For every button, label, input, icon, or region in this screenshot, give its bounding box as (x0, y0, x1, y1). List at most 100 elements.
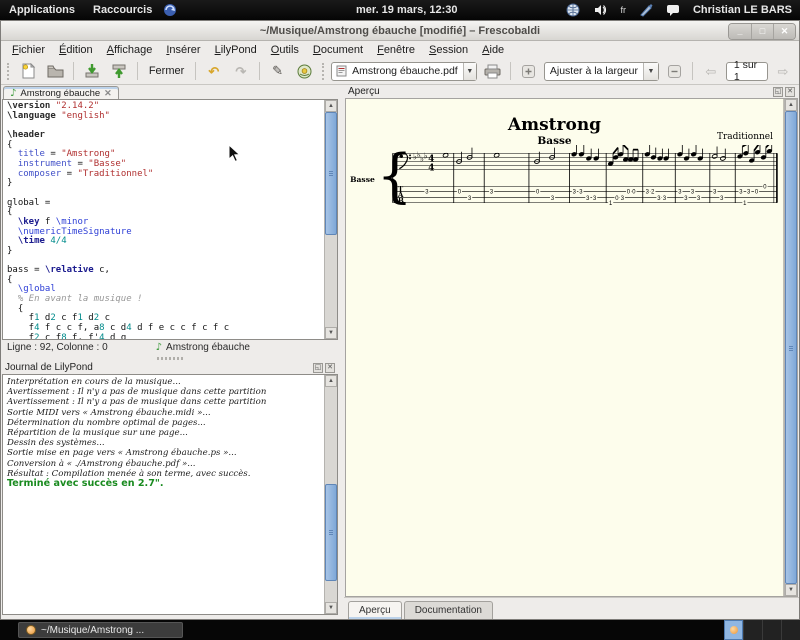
log-scroll-up-icon[interactable]: ▲ (325, 375, 337, 387)
keyboard-layout-indicator[interactable]: fr (620, 5, 626, 15)
toolbar-grip-2[interactable] (322, 63, 326, 80)
maximize-button[interactable]: □ (751, 24, 773, 39)
open-document-button[interactable] (43, 60, 67, 82)
code-line: \language "english" (7, 112, 324, 122)
code-line: } (7, 247, 324, 257)
taskbar-window-button[interactable]: ~/Musique/Amstrong ... (18, 622, 183, 638)
undo-button[interactable]: ↶ (202, 60, 226, 82)
menu-lilypond[interactable]: LilyPond (208, 43, 264, 57)
scroll-down-icon[interactable]: ▼ (325, 327, 337, 339)
window-controls: _ □ ✕ (728, 23, 796, 40)
redo-button[interactable]: ↷ (229, 60, 253, 82)
log-line: Dessin des systèmes... (7, 438, 324, 448)
window-titlebar[interactable]: ~/Musique/Amstrong ébauche [modifié] – F… (1, 21, 799, 41)
page-number-field[interactable]: 1 sur 1 (726, 62, 768, 81)
new-document-button[interactable] (16, 60, 40, 82)
panel-tab-aperçu[interactable]: Aperçu (348, 601, 402, 619)
editor-scrollbar[interactable]: ▲ ▼ (324, 100, 337, 339)
code-line: global = (7, 199, 324, 209)
scroll-up-icon[interactable]: ▲ (325, 100, 337, 112)
menu-aide[interactable]: Aide (475, 43, 511, 57)
zoom-out-button[interactable] (662, 60, 686, 82)
menu-outils[interactable]: Outils (264, 43, 306, 57)
next-page-button[interactable]: ⇨ (771, 60, 795, 82)
volume-icon[interactable] (593, 3, 607, 17)
chat-bubble-icon[interactable] (666, 3, 680, 17)
log-line: Conversion à « ./Amstrong ébauche.pdf ».… (7, 459, 324, 469)
svg-text:♭: ♭ (424, 150, 428, 160)
log-close-button[interactable]: ✕ (325, 363, 335, 373)
edit-in-place-button[interactable]: ✎ (266, 60, 290, 82)
preview-scrollbar[interactable]: ▲ ▼ (784, 99, 797, 596)
close-button[interactable]: ✕ (773, 24, 795, 39)
code-editor[interactable]: \version "2.14.2"\language "english" \he… (3, 100, 324, 339)
music-system: {Basse♭♭♭♭44TAB3033033333103003233333333… (346, 145, 783, 211)
code-line: \header (7, 131, 324, 141)
tablet-pen-icon[interactable] (639, 3, 653, 17)
workspace-4[interactable] (781, 620, 800, 640)
close-document-button[interactable]: Fermer (144, 60, 189, 82)
svg-text:4: 4 (428, 162, 435, 173)
panel-tab-documentation[interactable]: Documentation (404, 601, 493, 619)
workspace-1[interactable] (724, 620, 743, 640)
lilypond-log: Interprétation en cours de la musique...… (3, 375, 324, 614)
menu-document[interactable]: Document (306, 43, 370, 57)
menu-fenêtre[interactable]: Fenêtre (370, 43, 422, 57)
clock-applet[interactable]: mer. 19 mars, 12:30 (356, 0, 458, 20)
preview-close-button[interactable]: ✕ (785, 87, 795, 97)
preview-float-button[interactable]: ◱ (773, 87, 783, 97)
code-line: } (7, 179, 324, 189)
menu-session[interactable]: Session (422, 43, 475, 57)
log-frame: Interprétation en cours de la musique...… (2, 374, 338, 615)
log-scroll-down-icon[interactable]: ▼ (325, 602, 337, 614)
menu-affichage[interactable]: Affichage (100, 43, 160, 57)
gnome-top-panel: Applications Raccourcis mer. 19 mars, 12… (0, 0, 800, 20)
code-line: % En avant la musique ! (7, 295, 324, 305)
log-scrollbar[interactable]: ▲ ▼ (324, 375, 337, 614)
pdf-view[interactable]: Amstrong Basse Traditionnel {Basse♭♭♭♭44… (345, 98, 798, 597)
menu-insérer[interactable]: Insérer (159, 43, 207, 57)
save-button[interactable] (80, 60, 104, 82)
pdf-selector-arrow[interactable]: ▼ (463, 63, 476, 80)
frescobaldi-app-icon (26, 625, 36, 635)
log-line: Interprétation en cours de la musique... (7, 377, 324, 387)
run-lilypond-button[interactable] (293, 60, 317, 82)
updater-icon[interactable] (163, 3, 177, 17)
shortcuts-menu[interactable]: Raccourcis (84, 0, 161, 20)
svg-text:1: 1 (609, 201, 612, 207)
svg-text:1: 1 (743, 201, 746, 207)
workspace-2[interactable] (743, 620, 762, 640)
pdf-page: Amstrong Basse Traditionnel {Basse♭♭♭♭44… (346, 99, 784, 596)
print-button[interactable] (480, 60, 504, 82)
preview-panel-header: Aperçu ◱ ✕ (344, 85, 799, 98)
menu-fichier[interactable]: Fichier (5, 43, 52, 57)
log-float-button[interactable]: ◱ (313, 363, 323, 373)
score-composer: Traditionnel (717, 132, 773, 142)
minimize-button[interactable]: _ (729, 24, 751, 39)
log-result-line: Terminé avec succès en 2.7". (7, 479, 324, 489)
svg-text:Basse: Basse (350, 175, 375, 184)
previous-page-button[interactable]: ⇦ (699, 60, 723, 82)
status-document-name: Amstrong ébauche (166, 342, 250, 353)
zoom-mode-selector[interactable]: Ajuster à la largeur ▼ (544, 62, 659, 81)
editor-tab[interactable]: ♪ Amstrong ébauche ✕ (3, 86, 119, 99)
menu-édition[interactable]: Édition (52, 43, 100, 57)
tab-close-icon[interactable]: ✕ (104, 88, 112, 99)
cursor-position: Ligne : 92, Colonne : 0 (7, 342, 108, 353)
code-line: bass = \relative c, (7, 266, 324, 276)
applications-menu[interactable]: Applications (0, 0, 84, 20)
network-globe-icon[interactable] (566, 3, 580, 17)
zoom-in-button[interactable] (517, 60, 541, 82)
log-panel-title: Journal de LilyPond (5, 362, 93, 373)
log-line: Avertissement : Il n'y a pas de musique … (7, 397, 324, 407)
pdf-document-selector[interactable]: Amstrong ébauche.pdf ▼ (331, 62, 477, 81)
workspace-3[interactable] (762, 620, 781, 640)
preview-scroll-down-icon[interactable]: ▼ (785, 584, 797, 596)
lilypond-note-icon: ♪ (10, 88, 16, 99)
zoom-mode-arrow[interactable]: ▼ (643, 63, 658, 80)
editor-frame: \version "2.14.2"\language "english" \he… (2, 99, 338, 340)
preview-scroll-up-icon[interactable]: ▲ (785, 99, 797, 111)
toolbar-grip[interactable] (7, 63, 11, 80)
save-as-button[interactable] (107, 60, 131, 82)
user-name[interactable]: Christian LE BARS (693, 4, 792, 16)
